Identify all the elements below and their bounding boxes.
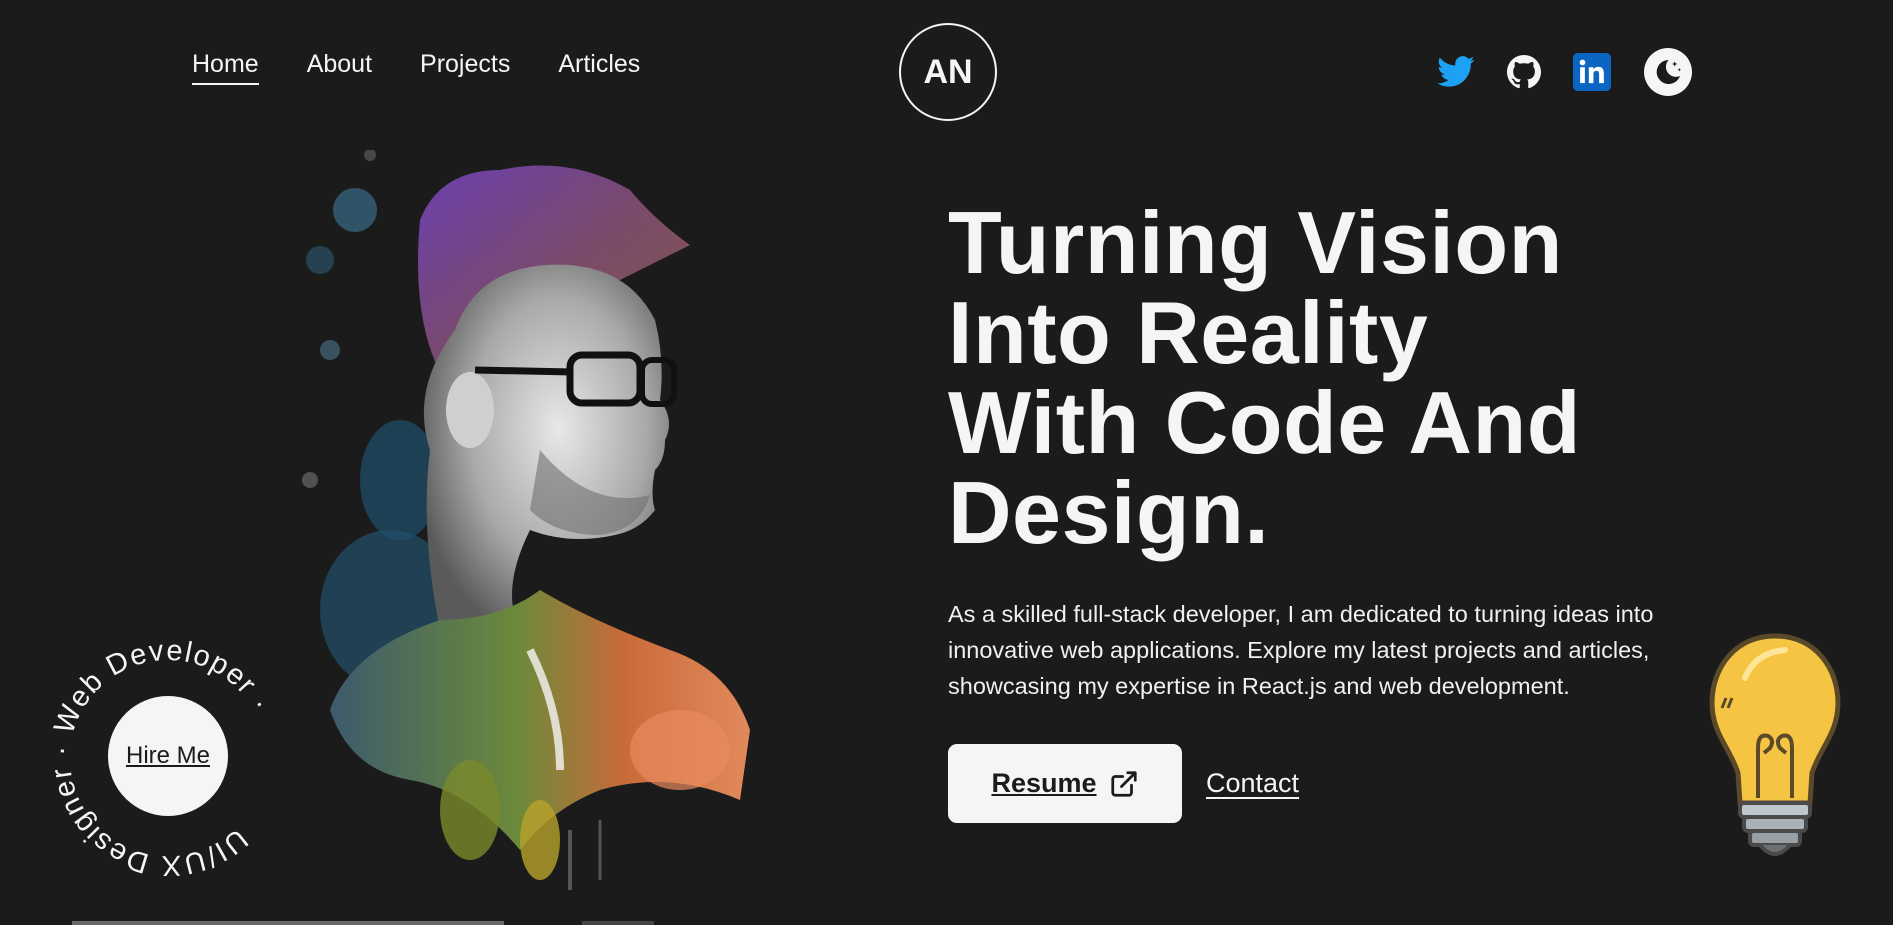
linkedin-icon[interactable] <box>1572 52 1612 92</box>
hero-actions: Resume Contact <box>948 744 1708 823</box>
headline-line: Into Reality <box>948 283 1429 382</box>
resume-button[interactable]: Resume <box>948 744 1182 823</box>
twitter-icon[interactable] <box>1436 52 1476 92</box>
headline-line: Turning Vision <box>948 193 1563 292</box>
scroll-indicator <box>72 921 504 925</box>
lightbulb-illustration <box>1709 633 1841 856</box>
nav-home[interactable]: Home <box>192 50 259 85</box>
github-icon[interactable] <box>1504 52 1544 92</box>
hero-headline: Turning Vision Into Reality With Code An… <box>948 198 1708 558</box>
moon-icon[interactable] <box>1644 48 1692 96</box>
developer-portrait-illustration <box>302 150 750 890</box>
scroll-indicator-secondary <box>582 921 654 925</box>
headline-line: With Code And <box>948 373 1581 472</box>
nav-projects[interactable]: Projects <box>420 50 510 85</box>
contact-link[interactable]: Contact <box>1206 768 1299 799</box>
nav-about[interactable]: About <box>307 50 372 85</box>
external-link-icon <box>1110 770 1137 797</box>
main-nav: Home About Projects Articles <box>192 50 640 85</box>
nav-articles[interactable]: Articles <box>558 50 640 85</box>
hire-me-badge: UI/UX Designer · Web Developer · Hire Me <box>50 640 286 876</box>
hero-description: As a skilled full-stack developer, I am … <box>948 601 1654 699</box>
resume-label: Resume <box>991 768 1097 798</box>
social-links <box>1436 48 1692 96</box>
page: Home About Projects Articles AN Turning … <box>0 0 1893 925</box>
logo[interactable]: AN <box>899 23 997 121</box>
hero-section: Turning Vision Into Reality With Code An… <box>948 198 1708 823</box>
headline-line: Design. <box>948 463 1270 562</box>
hire-me-button[interactable]: Hire Me <box>108 696 228 816</box>
